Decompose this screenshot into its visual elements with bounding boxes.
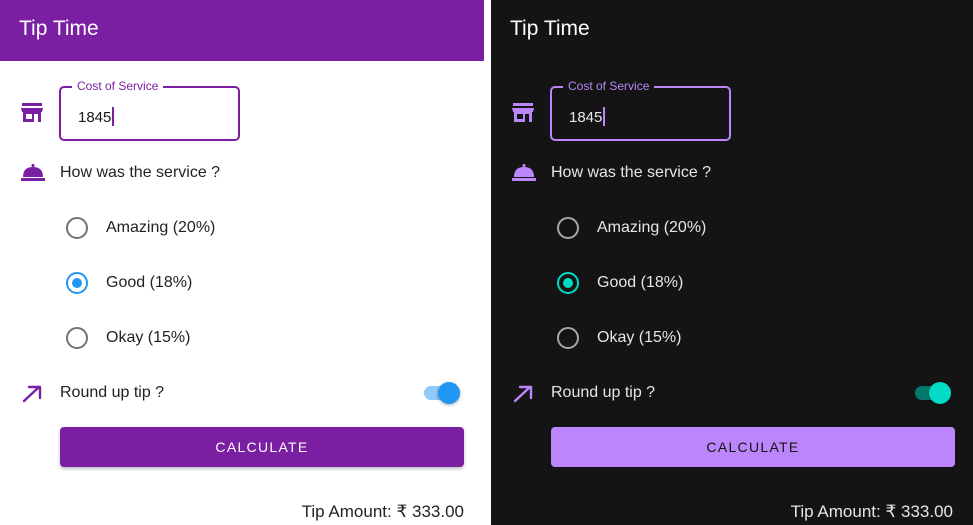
radio-good[interactable] <box>66 272 88 294</box>
option-label-amazing: Amazing (20%) <box>597 219 707 236</box>
dark-theme-screen: Tip Time Cost of Service 1845 How was th… <box>491 0 973 525</box>
radio-selected-dot <box>563 278 573 288</box>
light-theme-screen: Tip Time Cost of Service 1845 How was th… <box>0 0 484 525</box>
option-label-good: Good (18%) <box>597 274 684 291</box>
text-cursor <box>603 107 606 126</box>
app-bar: Tip Time <box>0 0 484 61</box>
switch-thumb <box>438 382 460 404</box>
room-service-icon <box>512 164 536 182</box>
trending-up-icon <box>22 385 42 403</box>
cost-input[interactable]: 1845 <box>569 107 606 127</box>
cost-of-service-field[interactable]: Cost of Service 1845 <box>550 79 731 141</box>
cost-field-label: Cost of Service <box>563 79 655 93</box>
radio-amazing[interactable] <box>557 217 579 239</box>
app-title: Tip Time <box>19 17 99 40</box>
app-bar: Tip Time <box>491 0 973 61</box>
round-up-switch[interactable] <box>915 382 953 404</box>
radio-amazing[interactable] <box>66 217 88 239</box>
option-label-okay: Okay (15%) <box>106 329 191 346</box>
tip-amount: Tip Amount: ₹ 333.00 <box>301 502 464 521</box>
cost-input[interactable]: 1845 <box>78 107 115 127</box>
calculate-button[interactable]: CALCULATE <box>60 427 464 467</box>
service-question: How was the service ? <box>551 164 712 181</box>
screen: Tip Time Cost of Service 1845 How was th… <box>0 0 973 525</box>
radio-good[interactable] <box>557 272 579 294</box>
app-title: Tip Time <box>510 17 590 40</box>
round-up-label: Round up tip ? <box>60 384 165 401</box>
cost-of-service-field[interactable]: Cost of Service 1845 <box>59 79 240 141</box>
option-label-good: Good (18%) <box>106 274 193 291</box>
radio-selected-dot <box>72 278 82 288</box>
radio-okay[interactable] <box>557 327 579 349</box>
option-label-amazing: Amazing (20%) <box>106 219 216 236</box>
room-service-icon <box>21 164 45 182</box>
round-up-switch[interactable] <box>424 382 462 404</box>
radio-okay[interactable] <box>66 327 88 349</box>
storefront-icon <box>21 102 43 123</box>
tip-amount: Tip Amount: ₹ 333.00 <box>790 502 953 521</box>
trending-up-icon <box>513 385 533 403</box>
storefront-icon <box>512 102 534 123</box>
text-cursor <box>112 107 115 126</box>
cost-field-label: Cost of Service <box>72 79 164 93</box>
calculate-button[interactable]: CALCULATE <box>551 427 955 467</box>
switch-thumb <box>929 382 951 404</box>
option-label-okay: Okay (15%) <box>597 329 682 346</box>
round-up-label: Round up tip ? <box>551 384 656 401</box>
service-question: How was the service ? <box>60 164 221 181</box>
panel-divider <box>484 0 491 525</box>
